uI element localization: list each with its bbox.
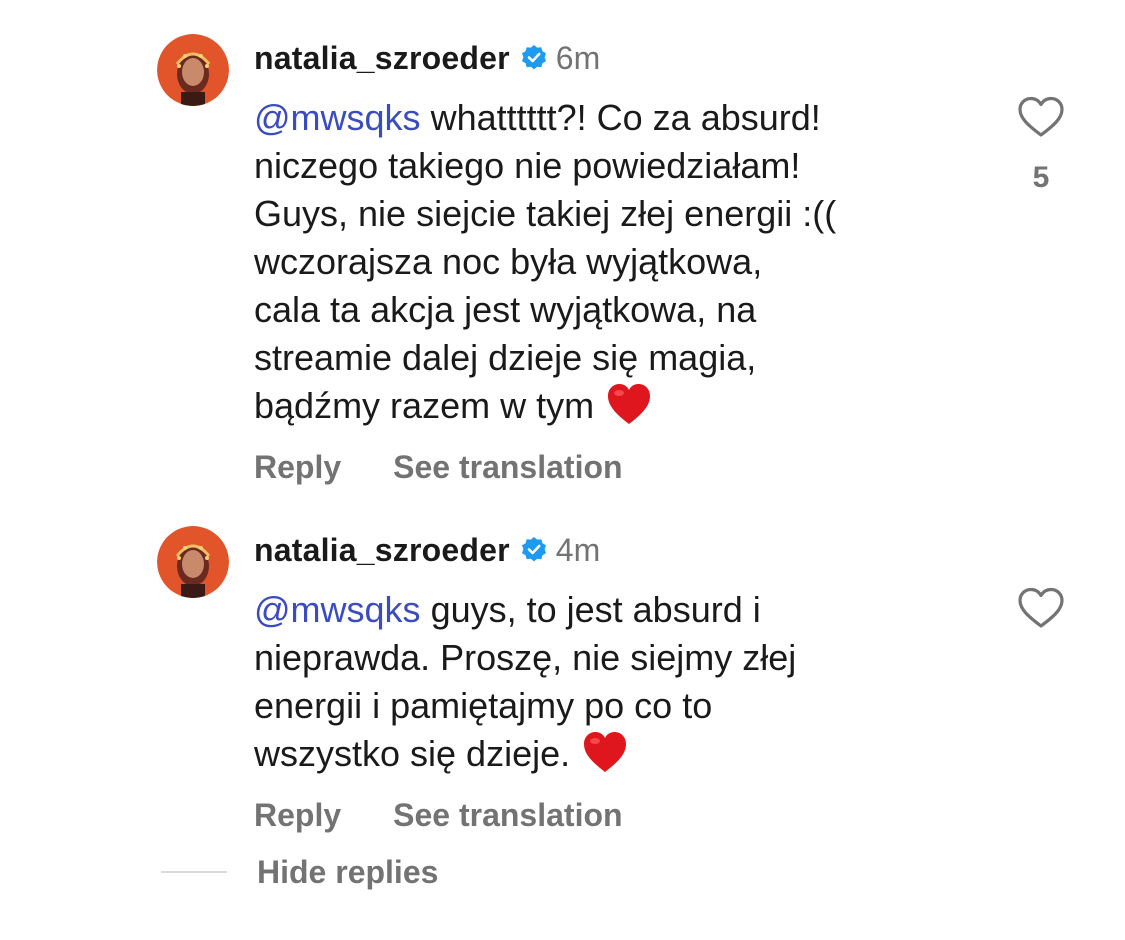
comment-line-text: whatttttt?! Co za absurd! [420,97,821,138]
mention-link[interactable]: @mwsqks [254,589,421,630]
see-translation-button[interactable]: See translation [393,449,622,486]
red-heart-emoji-icon [606,382,652,426]
verified-badge-icon [520,44,548,72]
avatar-image [157,34,229,106]
comment-line: @mwsqks guys, to jest absurd i [254,586,994,634]
comment-line-text: bądźmy razem w tym [254,385,595,426]
comment-line: wszystko się dzieje. [254,730,994,778]
see-translation-button[interactable]: See translation [393,797,622,834]
hide-replies-row[interactable]: Hide replies [161,852,438,892]
comment-line-text: wszystko się dzieje. [254,733,571,774]
comment-line: bądźmy razem w tym [254,382,994,430]
heart-outline-icon[interactable] [1016,586,1066,630]
username[interactable]: natalia_szroeder [254,40,510,77]
reply-button[interactable]: Reply [254,449,341,486]
like-area: 5 [1016,95,1066,195]
like-area [1016,586,1066,630]
comment-line: nieprawda. Proszę, nie siejmy złej [254,637,797,678]
comment-line: @mwsqks whatttttt?! Co za absurd! [254,94,994,142]
comment-line: wczorajsza noc była wyjątkowa, [254,241,763,282]
comment-actions: Reply See translation [254,447,623,487]
red-heart-emoji-icon [582,730,628,774]
verified-badge-icon [520,536,548,564]
divider [161,871,227,873]
avatar-image [157,526,229,598]
hide-replies-button[interactable]: Hide replies [257,854,438,891]
comment-header: natalia_szroeder 4m [254,530,600,570]
comment-line: streamie dalej dzieje się magia, [254,337,757,378]
comment-text: @mwsqks whatttttt?! Co za absurd! niczeg… [254,94,994,430]
comment-line: cala ta akcja jest wyjątkowa, na [254,289,757,330]
comment-line: niczego takiego nie powiedziałam! [254,145,801,186]
heart-outline-icon[interactable] [1016,95,1066,139]
comment-line: Guys, nie siejcie takiej złej energii :(… [254,193,837,234]
like-count: 5 [1032,161,1050,194]
avatar[interactable] [157,526,229,598]
username[interactable]: natalia_szroeder [254,532,510,569]
avatar[interactable] [157,34,229,106]
comment-text: @mwsqks guys, to jest absurd i nieprawda… [254,586,994,778]
comment-header: natalia_szroeder 6m [254,38,600,78]
reply-button[interactable]: Reply [254,797,341,834]
comment-actions: Reply See translation [254,795,623,835]
timestamp: 6m [555,39,601,76]
comment-line-text: guys, to jest absurd i [420,589,761,630]
timestamp: 4m [555,531,601,568]
comment-line: energii i pamiętajmy po co to [254,685,713,726]
mention-link[interactable]: @mwsqks [254,97,421,138]
